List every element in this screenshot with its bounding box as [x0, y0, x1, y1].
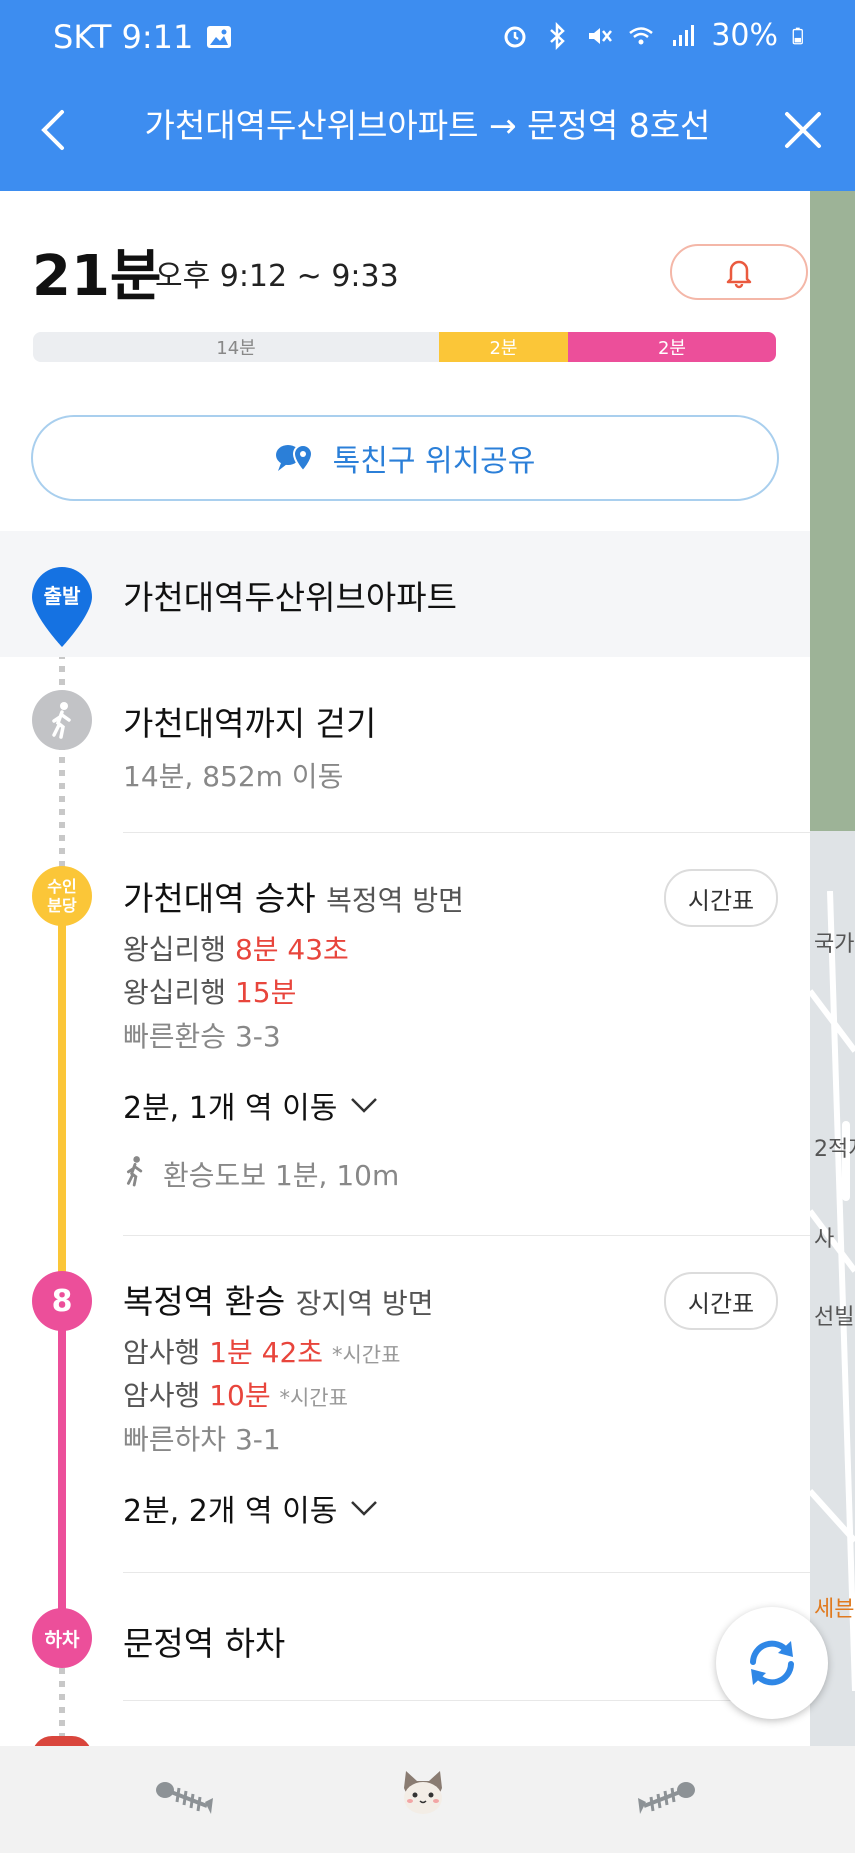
- arrival-dest: 왕십리행: [123, 976, 227, 1009]
- map-label: 국가: [814, 932, 855, 957]
- start-title: 가천대역두산위브아파트: [123, 578, 457, 617]
- fishbone-right-icon[interactable]: [636, 1776, 696, 1820]
- arrival-dest: 왕십리행: [123, 933, 227, 966]
- walk-detail: 14분, 852m 이동: [123, 760, 344, 793]
- map-roads: [810, 891, 855, 1691]
- chevron-down-icon: [351, 1501, 378, 1516]
- alarm-icon: [504, 26, 526, 47]
- bell-icon: [726, 260, 752, 289]
- arrival-row: 왕십리행 15분: [123, 971, 296, 1011]
- alarm-button[interactable]: [670, 244, 808, 300]
- board-title: 가천대역 승차: [123, 879, 316, 918]
- arrival-time: 15분: [234, 976, 297, 1009]
- start-row[interactable]: 가천대역두산위브아파트: [0, 531, 810, 657]
- battery-icon: [792, 27, 803, 44]
- arrival-time: 8분 43초: [234, 933, 349, 966]
- stations-toggle[interactable]: 2분, 2개 역 이동: [123, 1486, 379, 1530]
- walk-dotted-line-2: [59, 1668, 65, 1746]
- badge-line1: 수인: [47, 877, 77, 896]
- alight-badge: 하차: [32, 1608, 92, 1668]
- share-location-button[interactable]: 톡친구 위치공유: [31, 415, 779, 501]
- arrival-dest: 암사행: [123, 1336, 201, 1369]
- status-time: SKT 9:11: [53, 18, 194, 56]
- refresh-button[interactable]: [716, 1607, 828, 1719]
- refresh-icon: [750, 1640, 794, 1686]
- arrival-note: *시간표: [279, 1386, 348, 1410]
- share-label: 톡친구 위치공유: [332, 444, 536, 479]
- bottom-bar: [0, 1746, 855, 1853]
- fast-exit: 빠른하차 3-1: [123, 1423, 281, 1456]
- arrival-row: 암사행 10분 *시간표: [123, 1374, 348, 1414]
- line8-badge: 8: [32, 1271, 92, 1331]
- move-summary: 2분, 2개 역 이동: [123, 1494, 338, 1529]
- map-label: 2적지: [814, 1137, 855, 1162]
- arrival-time: 1분 42초: [209, 1336, 324, 1369]
- arrival-time: 10분: [209, 1379, 271, 1412]
- badge-line2: 분당: [47, 896, 77, 915]
- gallery-icon: [207, 26, 232, 48]
- timetable-button[interactable]: 시간표: [664, 1272, 778, 1330]
- time-range: 오후 9:12 ~ 9:33: [155, 259, 399, 294]
- route-summary: 21분 오후 9:12 ~ 9:33 14분 2분 2분 톡친구 위치공유: [0, 191, 810, 531]
- transfer-direction: 장지역 방면: [295, 1287, 434, 1320]
- total-duration: 21분: [32, 244, 162, 309]
- status-bar: SKT 9:11 30%: [0, 0, 855, 80]
- arrival-row: 왕십리행 8분 43초: [123, 928, 349, 968]
- suin-bundang-badge: 수인 분당: [32, 866, 92, 926]
- map-label: 세븐: [814, 1597, 855, 1622]
- signal-icon: [673, 24, 695, 46]
- walk-segment: 14분: [33, 332, 439, 362]
- mute-icon: [589, 27, 613, 44]
- walking-person-icon: [126, 1156, 143, 1187]
- suin-line: [58, 896, 66, 1292]
- route-title: 가천대역두산위브아파트 → 문정역 8호선: [144, 106, 711, 145]
- map-park-area: [810, 191, 855, 831]
- fast-transfer: 빠른환승 3-3: [123, 1020, 281, 1053]
- battery-percent: 30%: [711, 18, 778, 53]
- walk-title[interactable]: 가천대역까지 걷기: [123, 697, 376, 745]
- walking-person-icon: [52, 702, 71, 739]
- walk-step-marker: [32, 690, 92, 750]
- alight-title[interactable]: 문정역 하차: [123, 1617, 285, 1665]
- divider: [123, 1700, 810, 1701]
- line8-line: [58, 1300, 66, 1638]
- location-chat-icon: [275, 443, 313, 473]
- timetable-button[interactable]: 시간표: [664, 869, 778, 927]
- arrival-note: *시간표: [331, 1343, 401, 1367]
- move-summary: 2분, 1개 역 이동: [123, 1091, 338, 1126]
- top-bar: SKT 9:11 30% 가천대역두산위브아파트 → 문정역 8호선: [0, 0, 855, 191]
- map-label: 선빌: [814, 1305, 855, 1330]
- suin-segment: 2분: [439, 332, 568, 362]
- arrival-row: 암사행 1분 42초 *시간표: [123, 1331, 400, 1371]
- duration-bar: 14분 2분 2분: [33, 332, 776, 362]
- map-label: 사: [814, 1227, 835, 1252]
- line8-segment: 2분: [568, 332, 776, 362]
- route-header: 가천대역두산위브아파트 → 문정역 8호선: [0, 80, 855, 191]
- arrival-dest: 암사행: [123, 1379, 201, 1412]
- divider: [123, 1572, 810, 1573]
- wifi-icon: [629, 26, 654, 44]
- cat-face-icon[interactable]: [398, 1768, 448, 1818]
- bluetooth-icon: [550, 21, 566, 50]
- transfer-walk: 환승도보 1분, 10m: [163, 1159, 400, 1192]
- transfer-title: 복정역 환승: [123, 1282, 286, 1321]
- back-arrow-icon[interactable]: [24, 100, 84, 160]
- divider: [123, 832, 810, 833]
- close-icon[interactable]: [773, 100, 833, 160]
- chevron-down-icon: [351, 1098, 378, 1113]
- start-badge: 출발: [43, 584, 81, 608]
- divider: [123, 1235, 810, 1236]
- board-header: 가천대역 승차 복정역 방면: [123, 872, 464, 920]
- map-view[interactable]: 국가 2적지 사 선빌 세븐: [810, 191, 855, 1746]
- fishbone-left-icon[interactable]: [155, 1776, 215, 1820]
- transfer-header: 복정역 환승 장지역 방면: [123, 1275, 434, 1323]
- walk-dotted-line: [59, 640, 65, 868]
- board-direction: 복정역 방면: [326, 884, 464, 917]
- stations-toggle[interactable]: 2분, 1개 역 이동: [123, 1083, 379, 1127]
